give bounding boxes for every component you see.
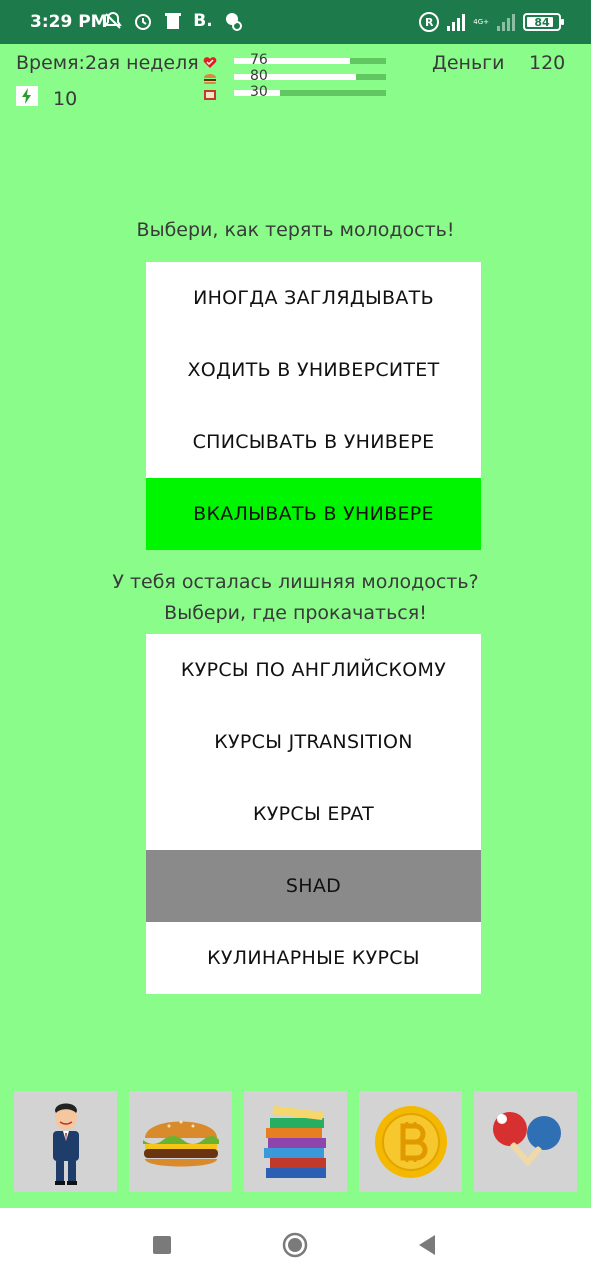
burger-small-icon bbox=[202, 72, 218, 86]
energy-icon bbox=[16, 86, 38, 106]
muted-bell-icon bbox=[102, 10, 124, 32]
study-option-cheat[interactable]: СПИСЫВАТЬ В УНИВЕРЕ bbox=[146, 406, 481, 478]
course-option-cooking[interactable]: КУЛИНАРНЫЕ КУРСЫ bbox=[146, 922, 481, 994]
study-title: Выбери, как терять молодость! bbox=[136, 219, 455, 241]
status-time: 3:29 PM bbox=[30, 12, 108, 32]
courses-title-line1: У тебя осталась лишняя молодость? bbox=[112, 571, 479, 593]
triangle-back-icon bbox=[419, 1235, 435, 1255]
course-option-jtransition[interactable]: КУРСЫ JTRANSITION bbox=[146, 706, 481, 778]
trash-icon bbox=[162, 10, 184, 32]
game-time: Время:2ая неделя bbox=[16, 52, 199, 74]
system-nav-bar bbox=[0, 1208, 591, 1280]
notification-icons: B. bbox=[102, 10, 244, 32]
status-bar: 3:29 PM B. R 4G+ 84 bbox=[0, 0, 591, 44]
battery-icon: 84 bbox=[523, 13, 564, 31]
study-option-work-hard[interactable]: ВКАЛЫВАТЬ В УНИВЕРЕ bbox=[146, 478, 481, 550]
burger-icon bbox=[142, 1120, 219, 1166]
square-icon bbox=[153, 1236, 171, 1254]
b-icon: B. bbox=[193, 11, 213, 31]
courses-title-line2: Выбери, где прокачаться! bbox=[164, 602, 427, 624]
heart-icon bbox=[202, 56, 218, 70]
registered-icon: R bbox=[419, 12, 440, 32]
system-icons: R 4G+ 84 bbox=[419, 12, 564, 32]
bottom-tab-bar bbox=[14, 1091, 577, 1192]
recent-apps-button[interactable] bbox=[149, 1232, 175, 1258]
tab-study[interactable] bbox=[244, 1091, 347, 1192]
signal-icon-2 bbox=[497, 13, 515, 31]
tab-character[interactable] bbox=[14, 1091, 117, 1192]
network-type: 4G+ bbox=[473, 18, 489, 26]
tab-food[interactable] bbox=[129, 1091, 232, 1192]
study-menu: ИНОГДА ЗАГЛЯДЫВАТЬ ХОДИТЬ В УНИВЕРСИТЕТ … bbox=[146, 262, 481, 550]
courses-menu: КУРСЫ ПО АНГЛИЙСКОМУ КУРСЫ JTRANSITION К… bbox=[146, 634, 481, 994]
money-label: Деньги bbox=[432, 52, 505, 74]
energy-value: 10 bbox=[53, 88, 78, 110]
health-value: 76 bbox=[250, 52, 268, 68]
books-icon bbox=[263, 1105, 326, 1178]
course-option-epat[interactable]: КУРСЫ EPAT bbox=[146, 778, 481, 850]
knowledge-value: 30 bbox=[250, 84, 268, 100]
bitcoin-icon bbox=[374, 1105, 447, 1178]
battery-level: 84 bbox=[534, 15, 550, 29]
course-option-english[interactable]: КУРСЫ ПО АНГЛИЙСКОМУ bbox=[146, 634, 481, 706]
tab-leisure[interactable] bbox=[474, 1091, 577, 1192]
food-value: 80 bbox=[250, 68, 268, 84]
study-option-attend[interactable]: ХОДИТЬ В УНИВЕРСИТЕТ bbox=[146, 334, 481, 406]
person-icon bbox=[52, 1103, 79, 1185]
home-button[interactable] bbox=[282, 1232, 308, 1258]
alarm-icon bbox=[132, 10, 154, 32]
ping-pong-icon bbox=[492, 1111, 561, 1166]
money-value: 120 bbox=[529, 52, 566, 74]
book-icon bbox=[202, 88, 218, 102]
study-option-sometimes[interactable]: ИНОГДА ЗАГЛЯДЫВАТЬ bbox=[146, 262, 481, 334]
app-icon bbox=[222, 10, 244, 32]
back-button[interactable] bbox=[414, 1232, 440, 1258]
tab-money[interactable] bbox=[359, 1091, 462, 1192]
course-option-shad[interactable]: SHAD bbox=[146, 850, 481, 922]
circle-icon bbox=[282, 1232, 308, 1258]
signal-icon-1 bbox=[447, 13, 466, 31]
